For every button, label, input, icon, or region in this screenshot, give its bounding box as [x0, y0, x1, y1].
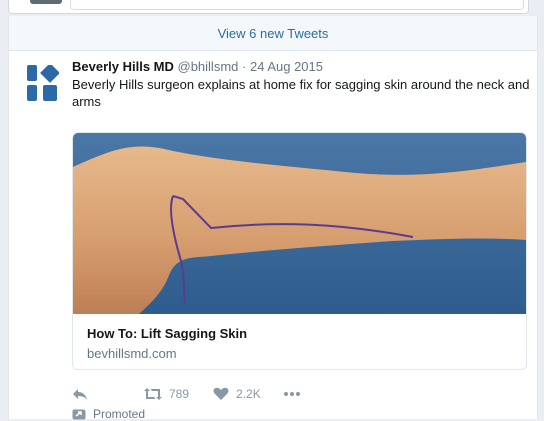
promoted-icon [72, 409, 86, 419]
retweet-button[interactable]: 789 [144, 387, 189, 401]
like-button[interactable]: 2.2K [213, 387, 261, 401]
link-card[interactable]: How To: Lift Sagging Skin bevhillsmd.com [72, 132, 527, 370]
card-image[interactable] [73, 133, 526, 314]
more-icon [283, 392, 300, 396]
top-strip [0, 0, 544, 16]
like-count: 2.2K [236, 387, 261, 401]
tweet-text: Beverly Hills surgeon explains at home f… [72, 77, 530, 109]
author-avatar[interactable] [23, 65, 59, 101]
compose-input[interactable] [70, 0, 524, 10]
reply-button[interactable] [72, 387, 90, 401]
view-new-tweets-button[interactable]: View 6 new Tweets [9, 16, 537, 51]
tweet-stream: View 6 new Tweets Beverly Hills MD @bhil… [8, 16, 538, 421]
card-domain[interactable]: bevhillsmd.com [87, 346, 177, 361]
heart-icon [213, 387, 229, 400]
separator: · [242, 59, 247, 74]
retweet-count: 789 [169, 387, 190, 401]
author-name[interactable]: Beverly Hills MD [72, 59, 174, 74]
profile-avatar[interactable] [30, 0, 62, 4]
tweet-header: Beverly Hills MD @bhillsmd · 24 Aug 2015 [72, 59, 532, 75]
more-button[interactable] [283, 391, 301, 397]
author-handle[interactable]: @bhillsmd [178, 59, 239, 74]
retweet-icon [144, 388, 162, 400]
tweet-actions: 789 2.2K [72, 384, 532, 404]
tweet-date[interactable]: 24 Aug 2015 [250, 59, 323, 74]
promoted-tweet[interactable]: Beverly Hills MD @bhillsmd · 24 Aug 2015… [9, 51, 537, 421]
reply-icon [73, 389, 87, 400]
card-title[interactable]: How To: Lift Sagging Skin [87, 326, 247, 341]
